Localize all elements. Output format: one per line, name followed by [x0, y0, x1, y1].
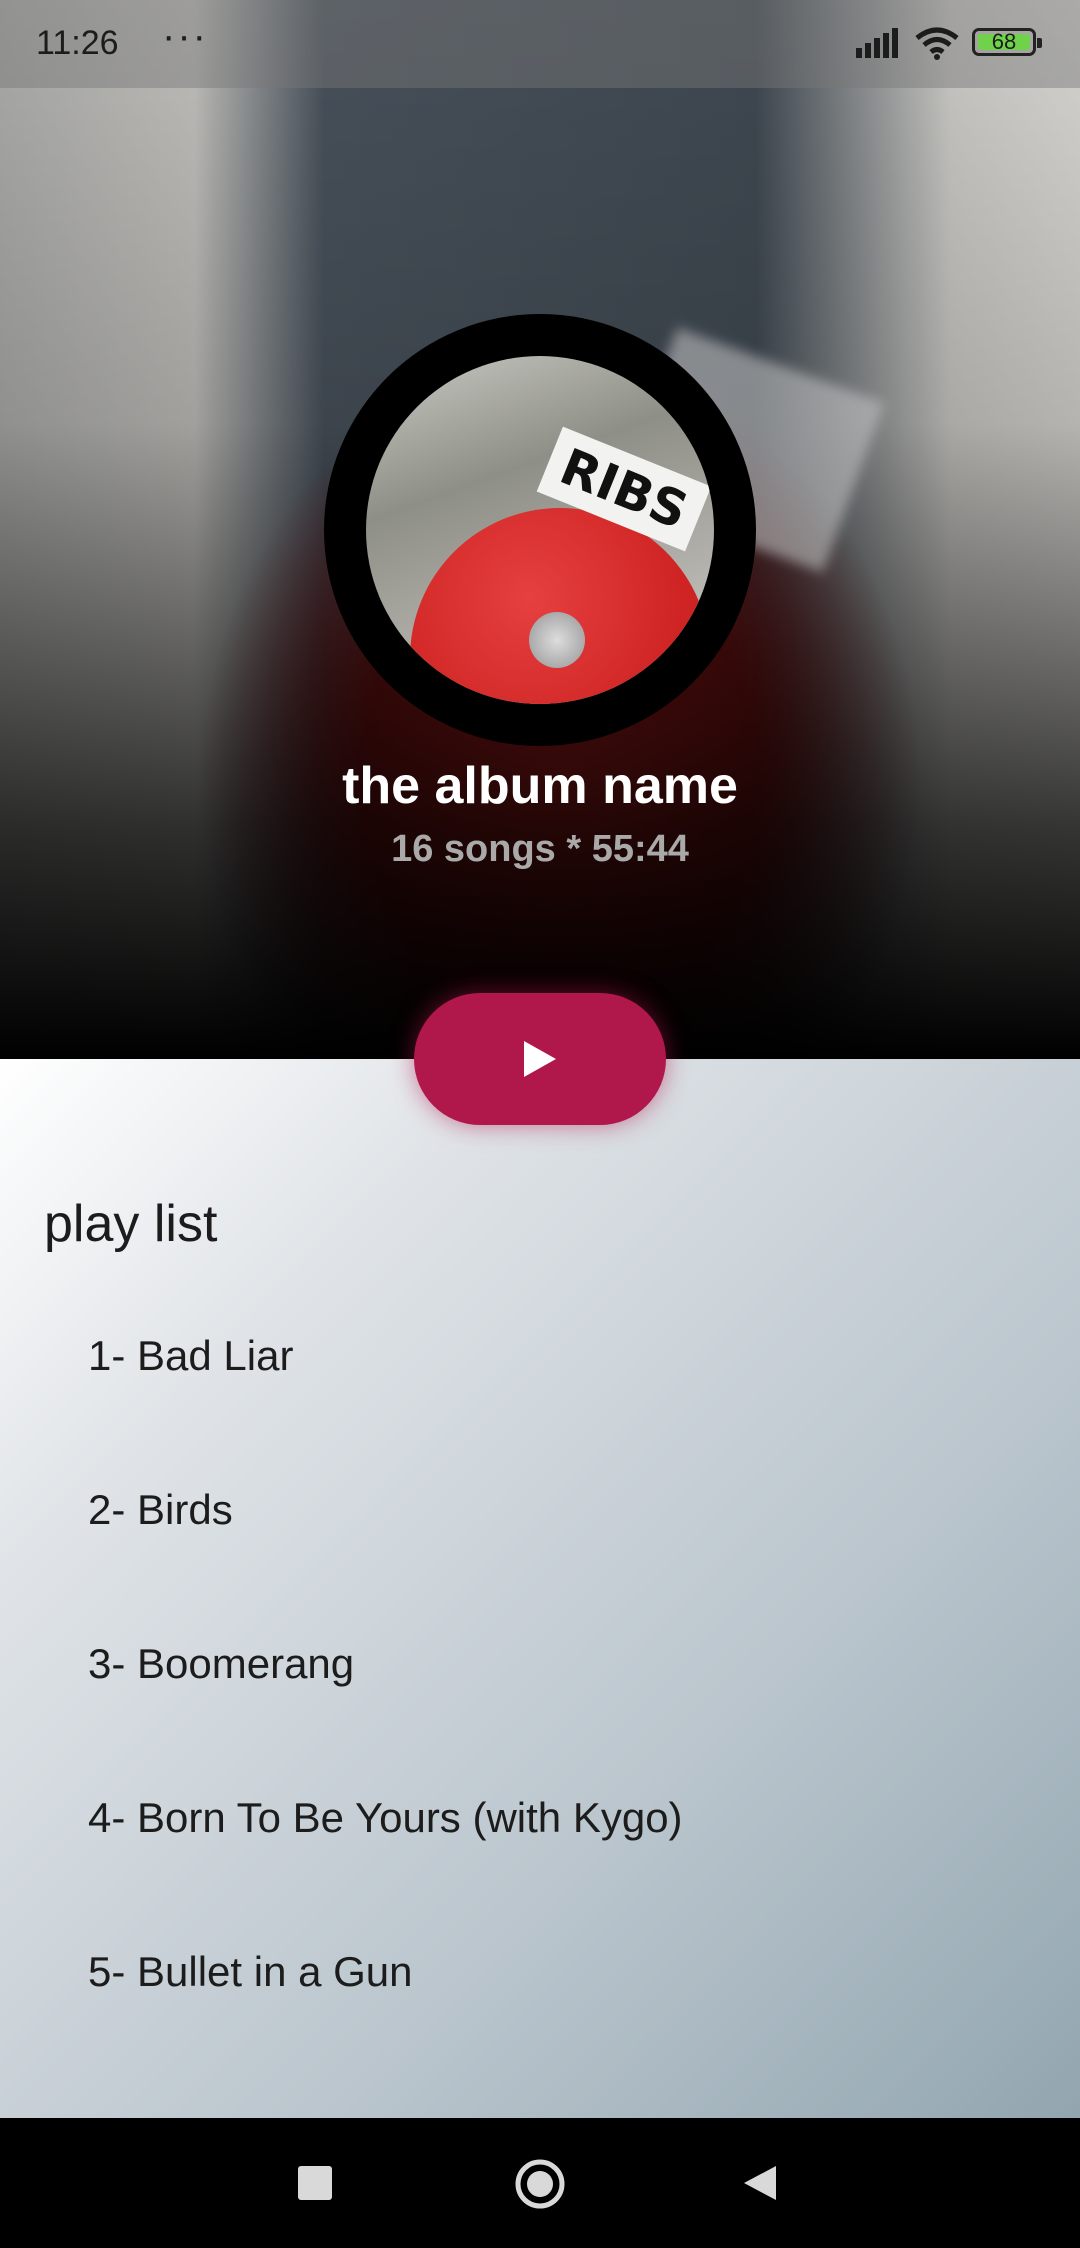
album-art: RIBS: [366, 356, 714, 704]
song-item[interactable]: 1- Bad Liar: [88, 1332, 293, 1380]
song-item[interactable]: 4- Born To Be Yours (with Kygo): [88, 1794, 683, 1842]
play-icon: [524, 1041, 556, 1077]
signal-icon: [856, 28, 898, 58]
status-time: 11:26: [36, 24, 119, 62]
battery-level: 68: [991, 29, 1017, 54]
circle-icon[interactable]: [514, 2158, 566, 2210]
album-header: 11:26 ··· 68 RIBS the album name 16 song…: [0, 0, 1080, 1059]
battery-icon: 68: [972, 28, 1042, 56]
song-item[interactable]: 5- Bullet in a Gun: [88, 1948, 413, 1996]
song-item[interactable]: 2- Birds: [88, 1486, 233, 1534]
status-bar: 11:26 ··· 68: [0, 0, 1080, 88]
album-cover: RIBS: [324, 314, 756, 746]
album-title: the album name: [342, 757, 738, 815]
wifi-icon: [915, 27, 959, 60]
triangle-back-icon[interactable]: [742, 2164, 778, 2202]
play-button[interactable]: [414, 993, 666, 1125]
status-more-icon: ···: [162, 14, 208, 58]
square-icon[interactable]: [298, 2166, 332, 2200]
song-item[interactable]: 3- Boomerang: [88, 1640, 354, 1688]
playlist-heading: play list: [44, 1195, 218, 1253]
album-subtitle: 16 songs * 55:44: [391, 828, 689, 870]
navigation-bar: [0, 2118, 1080, 2248]
